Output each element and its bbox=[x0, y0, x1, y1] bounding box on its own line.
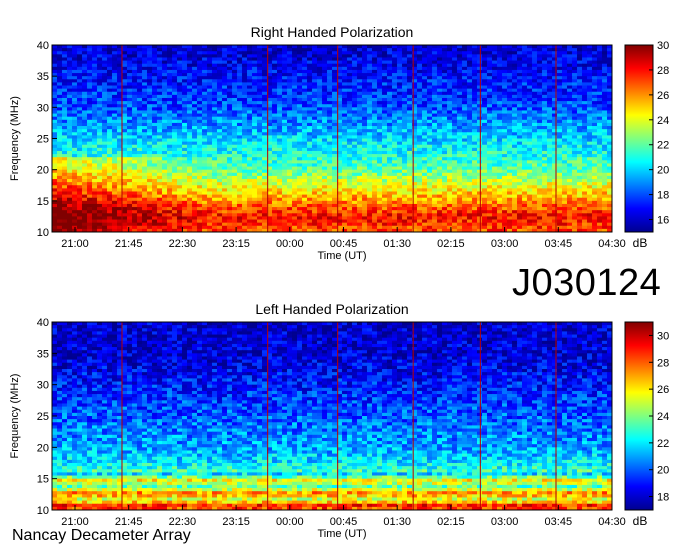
y-tick-label: 35 bbox=[37, 348, 49, 360]
y-tick-label: 35 bbox=[37, 71, 49, 83]
colorbar-tick-label: 24 bbox=[657, 115, 669, 127]
colorbar-tick-label: 30 bbox=[657, 330, 669, 342]
x-tick-label: 00:00 bbox=[276, 516, 304, 528]
x-axis-label: Time (UT) bbox=[317, 250, 366, 262]
y-axis-label: Frequency (MHz) bbox=[9, 374, 21, 459]
x-tick-label: 23:15 bbox=[222, 238, 250, 250]
colorbar-tick-label: 24 bbox=[657, 411, 669, 423]
left-handed-polarization-panel: Left Handed Polarization 10 15 20 25 30 35 40 Fr… bbox=[9, 301, 669, 540]
colorbar bbox=[624, 44, 654, 233]
x-tick-label: 02:15 bbox=[437, 238, 465, 250]
observation-id: J030124 bbox=[512, 262, 662, 304]
colorbar-label: dB bbox=[633, 514, 648, 528]
y-tick-label: 15 bbox=[37, 196, 49, 208]
y-tick-label: 10 bbox=[37, 227, 49, 239]
y-tick-label: 20 bbox=[37, 165, 49, 177]
colorbar-tick-label: 20 bbox=[657, 465, 669, 477]
x-tick-label: 04:30 bbox=[598, 238, 626, 250]
x-tick-label: 00:45 bbox=[330, 238, 358, 250]
x-tick-label: 23:15 bbox=[222, 516, 250, 528]
spectrogram-image bbox=[52, 322, 613, 511]
x-tick-label: 00:00 bbox=[276, 238, 304, 250]
colorbar-tick-label: 22 bbox=[657, 438, 669, 450]
colorbar bbox=[624, 321, 654, 511]
y-tick-label: 25 bbox=[37, 134, 49, 146]
x-tick-label: 22:30 bbox=[169, 238, 197, 250]
x-tick-label: 01:30 bbox=[383, 516, 411, 528]
colorbar-tick-label: 30 bbox=[657, 40, 669, 52]
y-tick-label: 30 bbox=[37, 380, 49, 392]
colorbar-tick-label: 26 bbox=[657, 90, 669, 102]
y-tick-label: 10 bbox=[37, 505, 49, 517]
instrument-credit: Nancay Decameter Array bbox=[12, 527, 191, 544]
x-tick-label: 03:45 bbox=[545, 238, 573, 250]
panel-title: Right Handed Polarization bbox=[251, 24, 414, 40]
y-tick-label: 40 bbox=[37, 317, 49, 329]
x-tick-label: 02:15 bbox=[437, 516, 465, 528]
y-axis-label: Frequency (MHz) bbox=[9, 96, 21, 181]
x-tick-label: 01:30 bbox=[383, 238, 411, 250]
y-tick-label: 25 bbox=[37, 411, 49, 423]
x-tick-label: 04:30 bbox=[598, 516, 626, 528]
colorbar-tick-label: 18 bbox=[657, 190, 669, 202]
panel-title: Left Handed Polarization bbox=[255, 301, 408, 317]
colorbar-tick-label: 16 bbox=[657, 215, 669, 227]
y-tick-label: 30 bbox=[37, 102, 49, 114]
spectrogram-image bbox=[52, 45, 613, 233]
y-tick-label: 40 bbox=[37, 40, 49, 52]
x-tick-label: 03:45 bbox=[545, 516, 573, 528]
x-tick-label: 03:00 bbox=[491, 238, 519, 250]
x-tick-label: 21:00 bbox=[61, 238, 89, 250]
y-tick-label: 20 bbox=[37, 442, 49, 454]
x-axis-label: Time (UT) bbox=[317, 528, 366, 540]
x-tick-label: 00:45 bbox=[330, 516, 358, 528]
x-tick-label: 21:45 bbox=[115, 238, 143, 250]
y-tick-label: 15 bbox=[37, 474, 49, 486]
colorbar-tick-label: 26 bbox=[657, 384, 669, 396]
colorbar-tick-label: 18 bbox=[657, 492, 669, 504]
colorbar-tick-label: 22 bbox=[657, 140, 669, 152]
colorbar-tick-label: 28 bbox=[657, 357, 669, 369]
right-handed-polarization-panel: Right Handed Polarization 10 15 20 25 30 35 40 F… bbox=[9, 24, 669, 262]
x-tick-label: 03:00 bbox=[491, 516, 519, 528]
colorbar-label: dB bbox=[633, 236, 648, 250]
colorbar-tick-label: 20 bbox=[657, 165, 669, 177]
colorbar-tick-label: 28 bbox=[657, 65, 669, 77]
